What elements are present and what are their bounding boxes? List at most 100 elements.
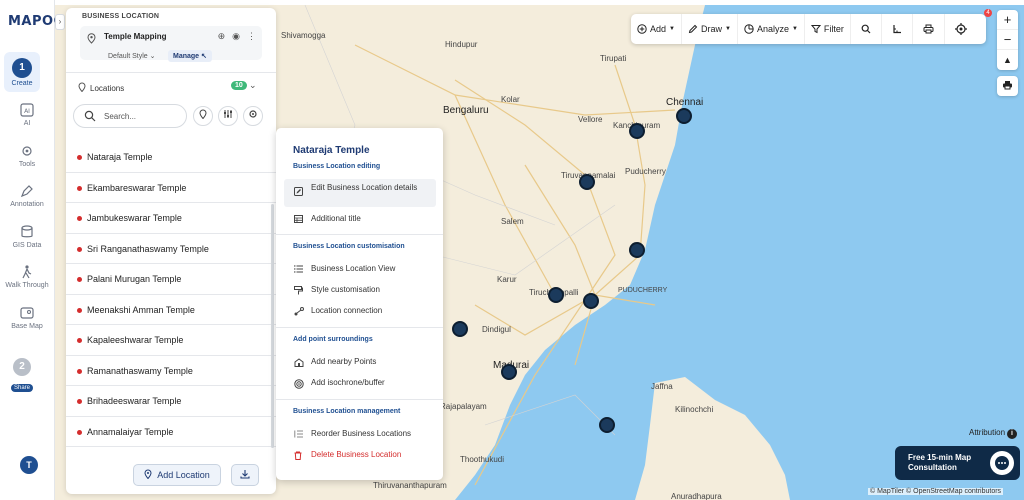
layer-name: Temple Mapping: [104, 32, 167, 41]
manage-button[interactable]: Manage ↖: [168, 50, 212, 62]
chat-icon: [995, 456, 1009, 470]
cursor-icon: ↖: [201, 53, 207, 60]
location-marker[interactable]: [452, 321, 468, 337]
menu-item-add-isochrone[interactable]: Add isochrone/buffer: [284, 378, 436, 389]
step-number: 1: [12, 58, 32, 78]
pencil-icon: [688, 24, 698, 34]
step-create[interactable]: 1 Create: [4, 52, 40, 92]
menu-section-title: Business Location customisation: [293, 243, 405, 250]
menu-item-add-nearby-points[interactable]: Add nearby Points: [284, 357, 436, 367]
menu-item-additional-title[interactable]: Additional title: [284, 214, 436, 224]
add-menu-button[interactable]: Add ▼: [631, 14, 682, 44]
rail-item-gis-data[interactable]: GIS Data: [2, 224, 52, 249]
rail-item-walk-through[interactable]: Walk Through: [2, 264, 52, 289]
menu-item-reorder[interactable]: Reorder Business Locations: [284, 429, 436, 439]
sort-options-button[interactable]: [218, 106, 238, 126]
locate-button[interactable]: [945, 14, 977, 44]
zoom-out-button[interactable]: −: [997, 30, 1018, 50]
location-marker[interactable]: [548, 287, 564, 303]
location-marker[interactable]: [676, 108, 692, 124]
map-print-button[interactable]: [997, 76, 1018, 96]
rail-item-tools[interactable]: Tools: [2, 143, 52, 168]
rail-item-label: AI: [23, 120, 31, 127]
list-item[interactable]: Nataraja Temple: [66, 142, 276, 173]
filter-label: Filter: [823, 24, 844, 34]
analyze-menu-button[interactable]: Analyze ▼: [738, 14, 805, 44]
attribution-button[interactable]: Attribution i: [969, 428, 1018, 439]
notification-badge[interactable]: 4: [984, 9, 992, 17]
location-marker[interactable]: [583, 293, 599, 309]
list-item[interactable]: Palani Murugan Temple: [66, 264, 276, 295]
menu-item-label: Reorder Business Locations: [311, 429, 412, 438]
settings-button[interactable]: [243, 106, 263, 126]
tools-icon: [22, 146, 32, 156]
rail-item-annotation[interactable]: Annotation: [2, 183, 52, 208]
app-root: Shivamogga Hindupur Tirupati Bengaluru K…: [0, 0, 1024, 500]
location-marker[interactable]: [579, 174, 595, 190]
caret-down-icon: ▼: [669, 26, 675, 32]
menu-item-edit-details[interactable]: Edit Business Location details: [284, 179, 436, 207]
menu-item-delete-location[interactable]: Delete Business Location: [284, 450, 436, 460]
chevron-down-icon: ⌄: [149, 53, 156, 60]
list-item[interactable]: Ramanathaswamy Temple: [66, 356, 276, 386]
style-label: Default Style: [108, 53, 148, 60]
layer-panel: BUSINESS LOCATION Temple Mapping ⊕ ◉ ⋮ D…: [66, 8, 276, 494]
info-icon: i: [1007, 429, 1018, 439]
measure-button[interactable]: [882, 14, 913, 44]
chat-bubble-icon[interactable]: [990, 451, 1014, 475]
list-item[interactable]: Jambukeswarar Temple: [66, 203, 276, 234]
compass-button[interactable]: ▲: [997, 50, 1018, 70]
divider: [66, 72, 276, 73]
layers-icon: [21, 225, 33, 238]
building-icon: [294, 358, 304, 367]
menu-item-style-customisation[interactable]: Style customisation: [284, 285, 436, 295]
map-label: Karur: [497, 275, 517, 284]
menu-item-location-connection[interactable]: Location connection: [284, 306, 436, 316]
list-item[interactable]: Ekambareswarar Temple: [66, 173, 276, 203]
add-location-button[interactable]: Add Location: [133, 464, 221, 486]
locations-header[interactable]: Locations: [78, 82, 124, 93]
location-marker[interactable]: [629, 242, 645, 258]
eye-icon[interactable]: ◉: [232, 31, 240, 42]
list-item[interactable]: Sri Ranganathaswamy Temple: [66, 234, 276, 264]
location-marker[interactable]: [599, 417, 615, 433]
menu-item-location-view[interactable]: Business Location View: [284, 264, 436, 274]
step-share[interactable]: 2 Share: [11, 356, 34, 394]
avatar[interactable]: T: [20, 456, 38, 474]
filter-button[interactable]: Filter: [805, 14, 851, 44]
list-item[interactable]: Annamalaiyar Temple: [66, 417, 276, 447]
more-options-icon[interactable]: ⋮: [247, 31, 256, 42]
list-scrollbar[interactable]: [271, 204, 274, 448]
table-icon: [294, 215, 303, 223]
consultation-banner[interactable]: Free 15-min Map Consultation: [895, 446, 1020, 480]
download-button[interactable]: [231, 464, 259, 486]
style-dropdown[interactable]: Default Style ⌄: [108, 52, 156, 60]
rail-item-ai[interactable]: AI AI: [2, 102, 52, 127]
location-marker[interactable]: [501, 364, 517, 380]
map-label: Anuradhapura: [671, 492, 722, 500]
chevron-down-icon[interactable]: ⌄: [249, 80, 257, 91]
search-button[interactable]: [851, 14, 882, 44]
rail-item-base-map[interactable]: Base Map: [2, 305, 52, 330]
menu-item-label: Location connection: [311, 306, 383, 315]
print-button[interactable]: [913, 14, 945, 44]
printer-icon: [1003, 81, 1012, 90]
zoom-in-button[interactable]: +: [997, 10, 1018, 30]
location-marker[interactable]: [629, 123, 645, 139]
menu-title: Nataraja Temple: [293, 145, 370, 156]
search-input[interactable]: [104, 109, 180, 123]
menu-section-title: Business Location management: [293, 408, 401, 415]
list-item[interactable]: Kapaleeshwarar Temple: [66, 325, 276, 356]
attribution-label: Attribution: [969, 428, 1006, 437]
list-item[interactable]: Meenakshi Amman Temple: [66, 295, 276, 325]
menu-item-label: Edit Business Location details: [311, 183, 418, 192]
zoom-to-layer-icon[interactable]: ⊕: [218, 31, 226, 42]
locations-count-badge: 10: [231, 81, 247, 90]
draw-menu-button[interactable]: Draw ▼: [682, 14, 738, 44]
plus-circle-icon: [637, 24, 647, 34]
collapse-panel-button[interactable]: ›: [55, 14, 65, 30]
step-label: Share: [11, 384, 34, 392]
annotation-icon: [20, 185, 33, 198]
list-item[interactable]: Brihadeeswarar Temple: [66, 386, 276, 417]
location-filter-button[interactable]: [193, 106, 213, 126]
